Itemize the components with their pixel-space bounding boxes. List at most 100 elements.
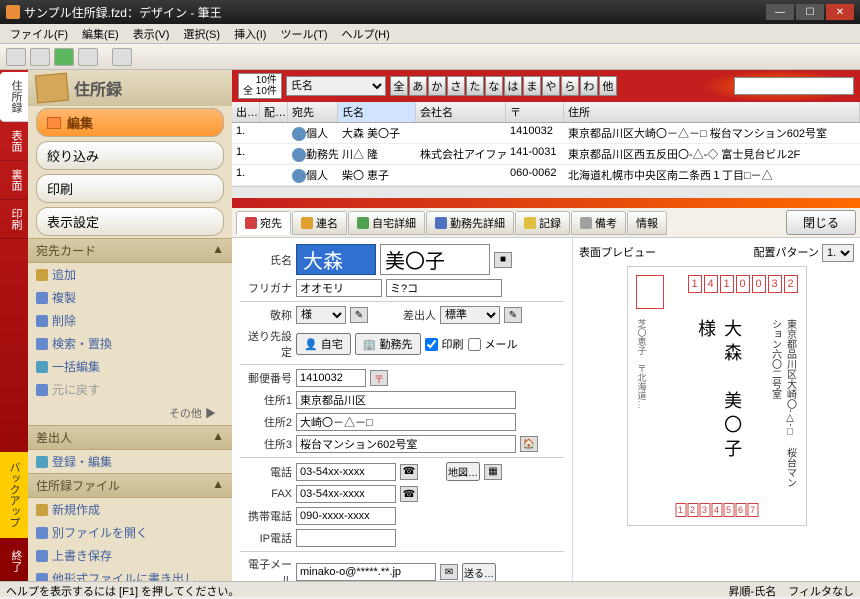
kana-btn-9[interactable]: ら: [561, 76, 579, 96]
sb-item-register[interactable]: 登録・編集: [28, 450, 232, 473]
kana-sur-field[interactable]: [296, 279, 382, 297]
addr2-field[interactable]: [296, 413, 516, 431]
kana-btn-10[interactable]: わ: [580, 76, 598, 96]
kana-btn-5[interactable]: な: [485, 76, 503, 96]
addr3-field[interactable]: [296, 435, 516, 453]
sb-item-search[interactable]: 検索・置換: [28, 332, 232, 355]
map-icon[interactable]: ▦: [484, 464, 502, 480]
col-addr[interactable]: 住所: [564, 102, 860, 122]
search-field-select[interactable]: 氏名: [286, 76, 386, 96]
phone-icon[interactable]: ☎: [400, 464, 418, 480]
vtab-front[interactable]: 表面: [0, 122, 28, 161]
map-button[interactable]: 地図…: [446, 462, 480, 481]
col-dist[interactable]: 配…: [260, 102, 288, 122]
tab-home[interactable]: 自宅詳細: [348, 211, 425, 235]
sb-item-new[interactable]: 新規作成: [28, 498, 232, 521]
kana-btn-11[interactable]: 他: [599, 76, 617, 96]
sb-print[interactable]: 印刷: [36, 174, 224, 203]
send-button[interactable]: 送る…: [462, 563, 496, 581]
title-select[interactable]: 様: [296, 306, 346, 324]
col-out[interactable]: 出…: [232, 102, 260, 122]
col-dest[interactable]: 宛先: [288, 102, 338, 122]
mail-icon[interactable]: ✉: [440, 564, 458, 580]
sb-item-open[interactable]: 別ファイルを開く: [28, 521, 232, 544]
fax-field[interactable]: [296, 485, 396, 503]
kana-btn-2[interactable]: か: [428, 76, 446, 96]
sb-item-add[interactable]: 追加: [28, 263, 232, 286]
kana-btn-1[interactable]: あ: [409, 76, 427, 96]
sb-item-export[interactable]: 他形式ファイルに書き出し: [28, 567, 232, 581]
close-button[interactable]: ✕: [826, 4, 854, 20]
givenname-field[interactable]: 美〇子: [380, 244, 490, 275]
tab-addressee[interactable]: 宛先: [236, 211, 291, 235]
menu-help[interactable]: ヘルプ(H): [336, 24, 396, 44]
tab-memo[interactable]: 備考: [571, 211, 626, 235]
fax-icon[interactable]: ☎: [400, 486, 418, 502]
close-panel-button[interactable]: 閉じる: [786, 210, 856, 235]
mobile-field[interactable]: [296, 507, 396, 525]
sb-item-batch[interactable]: 一括編集: [28, 355, 232, 378]
tab-record[interactable]: 記録: [515, 211, 570, 235]
vtab-addressbook[interactable]: 住所録: [0, 72, 28, 122]
zip-field[interactable]: [296, 369, 366, 387]
kana-btn-8[interactable]: や: [542, 76, 560, 96]
toolbar-btn-1[interactable]: [6, 48, 26, 66]
zip-lookup-icon[interactable]: 〒: [370, 370, 388, 386]
btn-home[interactable]: 👤 自宅: [296, 333, 351, 355]
col-name[interactable]: 氏名: [338, 102, 416, 122]
menu-file[interactable]: ファイル(F): [4, 24, 74, 44]
sb-other[interactable]: その他 ▶: [28, 401, 232, 425]
toolbar-btn-4[interactable]: [78, 48, 98, 66]
sb-filter[interactable]: 絞り込み: [36, 141, 224, 170]
menu-insert[interactable]: 挿入(I): [228, 24, 272, 44]
col-zip[interactable]: 〒: [506, 102, 564, 122]
minimize-button[interactable]: —: [766, 4, 794, 20]
grid-scrollbar[interactable]: [232, 186, 860, 198]
kana-giv-field[interactable]: [386, 279, 502, 297]
btn-work[interactable]: 🏢 勤務先: [355, 333, 421, 355]
tel-field[interactable]: [296, 463, 396, 481]
kana-btn-4[interactable]: た: [466, 76, 484, 96]
sb-item-save[interactable]: 上書き保存: [28, 544, 232, 567]
surname-field[interactable]: 大森: [296, 244, 376, 275]
kana-btn-3[interactable]: さ: [447, 76, 465, 96]
vtab-exit[interactable]: 終了: [0, 542, 28, 581]
toolbar-btn-5[interactable]: [112, 48, 132, 66]
col-company[interactable]: 会社名: [416, 102, 506, 122]
pattern-select[interactable]: 1.: [822, 244, 854, 262]
menu-tools[interactable]: ツール(T): [274, 24, 333, 44]
menu-edit[interactable]: 編集(E): [76, 24, 125, 44]
ip-field[interactable]: [296, 529, 396, 547]
toolbar-btn-2[interactable]: [30, 48, 50, 66]
search-input[interactable]: [734, 77, 854, 95]
title-edit-icon[interactable]: ✎: [350, 307, 368, 323]
maximize-button[interactable]: ☐: [796, 4, 824, 20]
toolbar-btn-sound[interactable]: [54, 48, 74, 66]
menu-select[interactable]: 選択(S): [177, 24, 226, 44]
sb-display[interactable]: 表示設定: [36, 207, 224, 236]
tab-info[interactable]: 情報: [627, 211, 667, 235]
kana-btn-6[interactable]: は: [504, 76, 522, 96]
menu-view[interactable]: 表示(V): [127, 24, 176, 44]
sender-edit-icon[interactable]: ✎: [504, 307, 522, 323]
cb-mail[interactable]: [468, 338, 481, 351]
vtab-print[interactable]: 印刷: [0, 200, 28, 239]
sb-item-copy[interactable]: 複製: [28, 286, 232, 309]
name-settings-icon[interactable]: ■: [494, 252, 512, 268]
vtab-backup[interactable]: バックアップ: [0, 452, 28, 538]
kana-btn-0[interactable]: 全: [390, 76, 408, 96]
sender-select[interactable]: 標準: [440, 306, 500, 324]
tab-work[interactable]: 勤務先詳細: [426, 211, 514, 235]
email-field[interactable]: [296, 563, 436, 581]
sb-edit[interactable]: 編集: [36, 108, 224, 137]
addr1-field[interactable]: [296, 391, 516, 409]
sb-item-delete[interactable]: 削除: [28, 309, 232, 332]
tab-joint[interactable]: 連名: [292, 211, 347, 235]
vtab-back[interactable]: 裏面: [0, 161, 28, 200]
cb-print[interactable]: [425, 338, 438, 351]
kana-btn-7[interactable]: ま: [523, 76, 541, 96]
table-row[interactable]: 1.個人柴〇 恵子060-0062北海道札幌市中央区南二条西１丁目□－△: [232, 165, 860, 186]
table-row[interactable]: 1.勤務先…川△ 隆株式会社アイファ…141-0031東京都品川区西五反田〇-△…: [232, 144, 860, 165]
table-row[interactable]: 1.個人大森 美〇子1410032東京都品川区大崎〇－△－□ 桜台マンション60…: [232, 123, 860, 144]
home-icon-btn[interactable]: 🏠: [520, 436, 538, 452]
